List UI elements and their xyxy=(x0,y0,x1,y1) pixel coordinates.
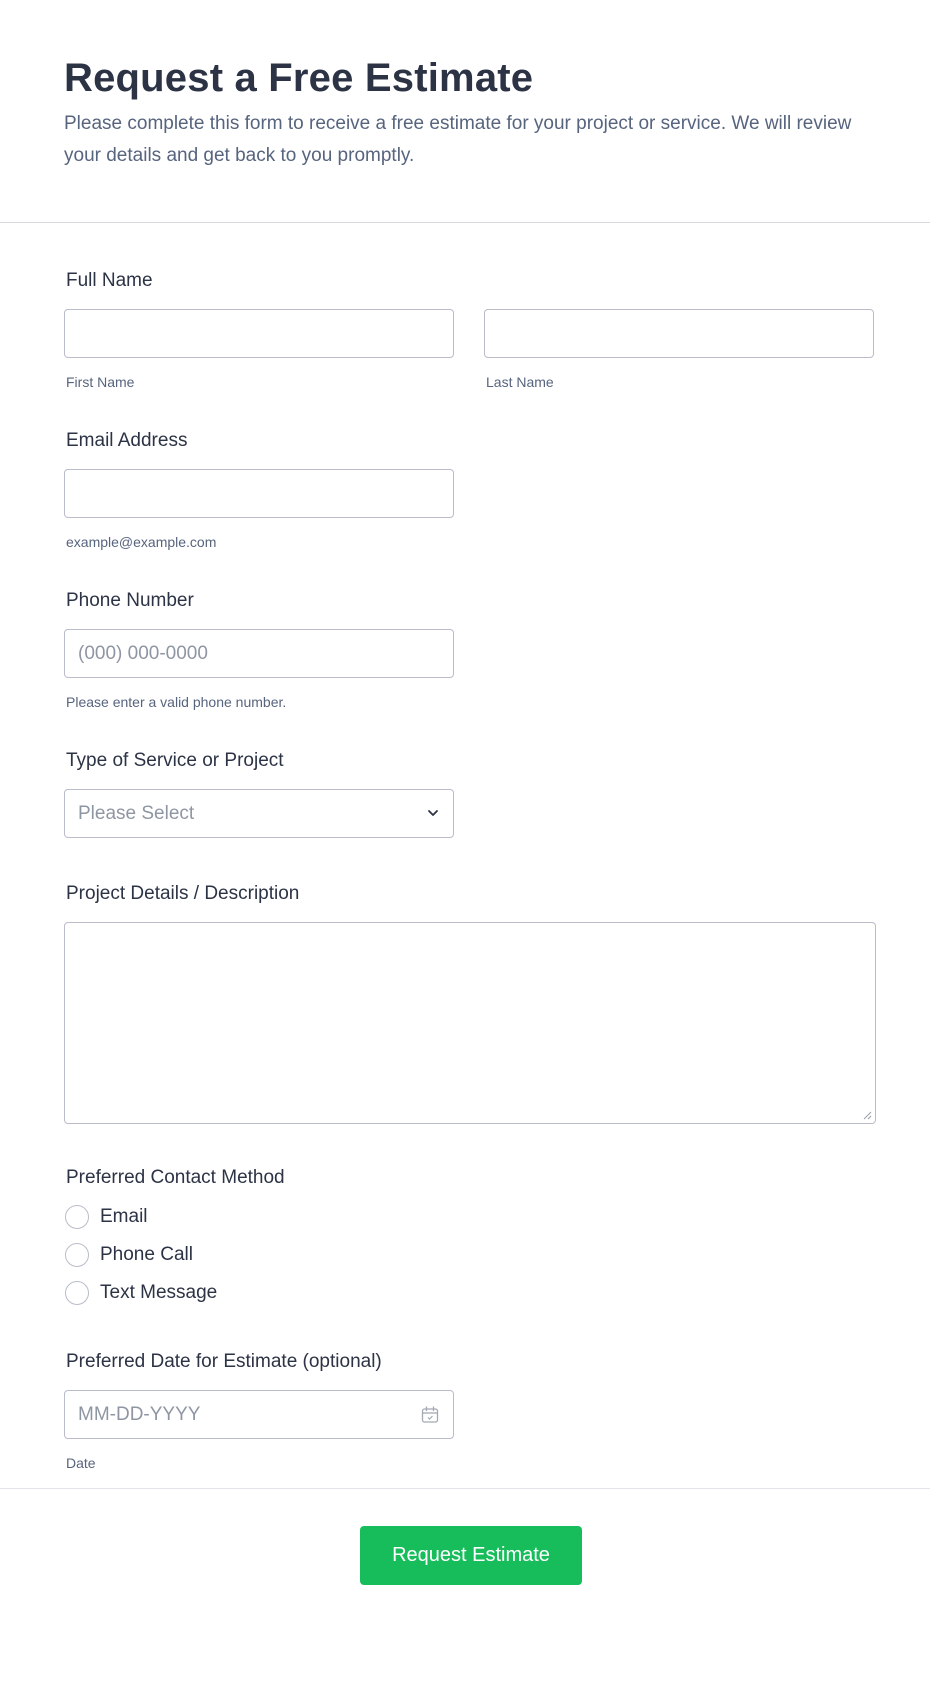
radio-label-phone-call: Phone Call xyxy=(100,1244,193,1265)
radio-label-email: Email xyxy=(100,1206,148,1227)
date-input[interactable]: MM-DD-YYYY xyxy=(64,1390,454,1439)
service-field: Type of Service or Project Please Select xyxy=(64,749,866,838)
first-name-col: First Name xyxy=(64,309,454,391)
last-name-col: Last Name xyxy=(484,309,874,391)
full-name-field: Full Name First Name Last Name xyxy=(64,269,874,391)
page-title: Request a Free Estimate xyxy=(64,56,534,100)
phone-label: Phone Number xyxy=(66,590,194,611)
radio-button[interactable] xyxy=(65,1281,89,1305)
date-sublabel: Date xyxy=(66,1455,96,1471)
radio-option-text-message[interactable]: Text Message xyxy=(64,1274,866,1312)
service-label: Type of Service or Project xyxy=(66,750,284,771)
full-name-row: First Name Last Name xyxy=(64,309,874,391)
details-field: Project Details / Description xyxy=(64,882,876,1124)
last-name-input[interactable] xyxy=(484,309,874,358)
radio-label-text-message: Text Message xyxy=(100,1282,218,1303)
email-field: Email Address example@example.com xyxy=(64,429,866,551)
page-subtitle: Please complete this form to receive a f… xyxy=(64,113,852,166)
full-name-label: Full Name xyxy=(66,270,153,291)
radio-button[interactable] xyxy=(65,1205,89,1229)
details-textarea[interactable] xyxy=(64,922,876,1124)
resize-handle-icon[interactable] xyxy=(862,1110,872,1120)
first-name-input[interactable] xyxy=(64,309,454,358)
email-sublabel: example@example.com xyxy=(66,534,217,550)
first-name-sublabel: First Name xyxy=(66,374,135,390)
form-header: Request a Free Estimate Please complete … xyxy=(0,0,930,223)
details-label: Project Details / Description xyxy=(66,883,300,904)
radio-option-email[interactable]: Email xyxy=(64,1198,866,1236)
contact-method-label: Preferred Contact Method xyxy=(66,1167,285,1188)
chevron-down-icon xyxy=(428,810,438,816)
estimate-form: Full Name First Name Last Name Email Add… xyxy=(0,223,930,1472)
phone-sublabel: Please enter a valid phone number. xyxy=(66,694,287,710)
last-name-sublabel: Last Name xyxy=(486,374,554,390)
radio-button[interactable] xyxy=(65,1243,89,1267)
email-input[interactable] xyxy=(64,469,454,518)
phone-field: Phone Number (000) 000-0000 Please enter… xyxy=(64,589,866,711)
contact-method-field: Preferred Contact Method Email Phone Cal… xyxy=(64,1166,866,1312)
date-field: Preferred Date for Estimate (optional) M… xyxy=(64,1350,866,1472)
radio-option-phone-call[interactable]: Phone Call xyxy=(64,1236,866,1274)
email-label: Email Address xyxy=(66,430,188,451)
request-estimate-button[interactable]: Request Estimate xyxy=(360,1526,582,1585)
date-placeholder: MM-DD-YYYY xyxy=(78,1403,201,1425)
calendar-icon[interactable] xyxy=(420,1405,440,1425)
date-label: Preferred Date for Estimate (optional) xyxy=(66,1351,382,1372)
service-select[interactable]: Please Select xyxy=(64,789,454,838)
form-footer: Request Estimate xyxy=(0,1488,930,1628)
service-selected-value: Please Select xyxy=(78,802,195,824)
phone-input[interactable]: (000) 000-0000 xyxy=(64,629,454,678)
